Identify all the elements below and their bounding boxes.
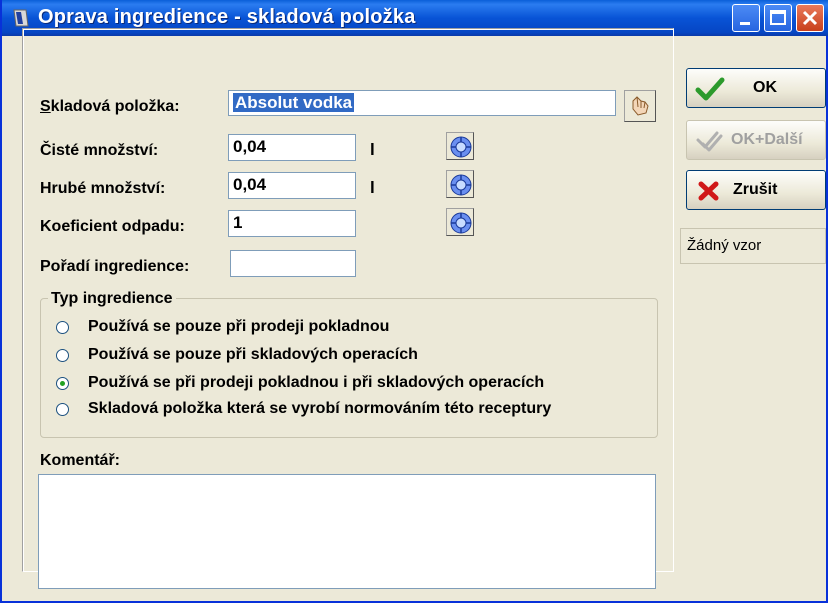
minimize-icon (740, 22, 750, 25)
koeficient-odpadu-field[interactable]: 1 (228, 210, 356, 237)
skladova-polozka-label: Skladová položka: (40, 98, 180, 115)
calculator-icon (450, 136, 472, 158)
hand-pointer-icon (632, 96, 649, 116)
cancel-label: Zrušit (733, 181, 778, 198)
radio-option-label: Skladová položka která se vyrobí normová… (88, 400, 552, 417)
radio-dot (60, 381, 65, 386)
ciste-mnozstvi-field[interactable]: 0,04 (228, 134, 356, 161)
ok-dalsi-label: OK+Další (731, 131, 803, 148)
hrube-mnozstvi-calc-button[interactable] (446, 170, 474, 198)
radio-option-label: Používá se při prodeji pokladnou i při s… (88, 374, 545, 391)
ok-button[interactable]: OK (686, 68, 826, 108)
zadny-vzor-label: Žádný vzor (687, 237, 762, 254)
zadny-vzor-button[interactable]: Žádný vzor (680, 228, 826, 264)
ok-dalsi-button[interactable]: OK+Další (686, 120, 826, 160)
window-title: Oprava ingredience - skladová položka (38, 6, 416, 28)
cancel-x-icon (698, 181, 719, 201)
poradi-ingredience-field[interactable] (230, 250, 356, 277)
ciste-mnozstvi-label: Čisté množství: (40, 142, 159, 159)
maximize-button[interactable] (764, 4, 792, 32)
koeficient-odpadu-calc-button[interactable] (446, 208, 474, 236)
close-button[interactable] (796, 4, 824, 32)
radio-button-selected[interactable] (56, 377, 69, 390)
maximize-icon (770, 10, 786, 25)
typ-ingredience-title: Typ ingredience (48, 290, 176, 308)
skladova-polozka-field[interactable]: Absolut vodka (228, 90, 616, 116)
hrube-mnozstvi-label: Hrubé množství: (40, 180, 166, 197)
radio-option-label: Používá se pouze při prodeji pokladnou (88, 318, 390, 335)
hrube-mnozstvi-unit: l (370, 178, 375, 197)
ok-label: OK (753, 79, 777, 96)
cancel-button[interactable]: Zrušit (686, 170, 826, 210)
radio-option-label: Používá se pouze při skladových operacíc… (88, 346, 418, 363)
close-icon (802, 10, 818, 26)
double-check-icon (696, 131, 723, 152)
calculator-icon (450, 212, 472, 234)
komentar-textarea[interactable] (38, 474, 656, 589)
calculator-icon (450, 174, 472, 196)
checkmark-icon (695, 77, 725, 101)
ciste-mnozstvi-calc-button[interactable] (446, 132, 474, 160)
komentar-label: Komentář: (40, 452, 121, 469)
radio-button[interactable] (56, 321, 69, 334)
radio-button[interactable] (56, 403, 69, 416)
poradi-ingredience-label: Pořadí ingredience: (40, 258, 190, 275)
app-icon (13, 9, 29, 27)
koeficient-odpadu-label: Koeficient odpadu: (40, 218, 185, 235)
hrube-mnozstvi-field[interactable]: 0,04 (228, 172, 356, 199)
ciste-mnozstvi-unit: l (370, 140, 375, 159)
minimize-button[interactable] (732, 4, 760, 32)
select-item-button[interactable] (624, 90, 656, 122)
radio-button[interactable] (56, 349, 69, 362)
skladova-polozka-value: Absolut vodka (233, 93, 355, 112)
dialog-window: Oprava ingredience - skladová položka Sk… (0, 0, 828, 603)
